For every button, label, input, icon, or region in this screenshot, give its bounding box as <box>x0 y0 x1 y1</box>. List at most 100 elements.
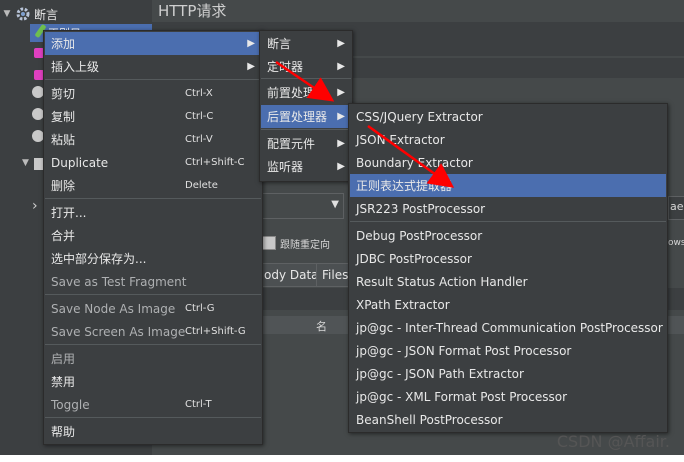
post-processor-submenu-item[interactable]: Debug PostProcessor <box>350 224 666 247</box>
post-processor-submenu-item[interactable]: jp@gc - JSON Path Extractor <box>350 362 666 385</box>
menu-separator <box>45 198 261 199</box>
tree-node-label: 断言 <box>34 7 59 22</box>
menu-separator <box>45 294 261 295</box>
context-menu-item-label: 合并 <box>51 229 76 243</box>
post-processor-submenu-item-label: Boundary Extractor <box>356 155 473 170</box>
cut-text: ows <box>668 238 684 248</box>
post-processor-submenu-item-label: CSS/JQuery Extractor <box>356 109 483 124</box>
submenu-arrow-icon: ▶ <box>337 38 345 49</box>
post-processor-submenu-item-label: jp@gc - XML Format Post Processor <box>356 389 568 404</box>
submenu-arrow-icon: ▶ <box>247 38 255 49</box>
context-menu-item[interactable]: 添加 ▶ <box>45 32 261 55</box>
context-menu-item[interactable]: 启用 <box>45 347 261 370</box>
context-menu-item-label: 禁用 <box>51 375 76 389</box>
add-submenu-item[interactable]: 监听器 ▶ <box>261 155 351 178</box>
context-menu-item-label: 启用 <box>51 352 76 366</box>
menu-separator <box>45 417 261 418</box>
submenu-arrow-icon: ▶ <box>337 161 345 172</box>
follow-redirect-checkbox[interactable] <box>262 236 276 250</box>
post-processor-submenu-item[interactable]: XPath Extractor <box>350 293 666 316</box>
post-processor-submenu-item-label: JSON Extractor <box>356 132 445 147</box>
context-menu-item[interactable]: 删除 Delete <box>45 174 261 197</box>
menu-separator <box>350 221 666 222</box>
context-menu-item[interactable]: 剪切 Ctrl-X <box>45 82 261 105</box>
post-processor-submenu-item-label: BeanShell PostProcessor <box>356 412 503 427</box>
context-menu-item-label: Save as Test Fragment <box>51 274 187 289</box>
watermark: CSDN @Affair. <box>556 432 670 451</box>
add-submenu-item[interactable]: 断言 ▶ <box>261 32 351 55</box>
expand-triangle-icon[interactable]: ▼ <box>2 9 12 19</box>
shortcut-label: Ctrl-G <box>185 303 215 314</box>
expand-triangle-icon[interactable]: ▼ <box>22 158 29 168</box>
add-submenu-item[interactable]: 后置处理器 ▶ <box>261 105 351 128</box>
add-submenu-item-label: 监听器 <box>267 160 304 174</box>
shortcut-label: Ctrl-T <box>185 399 212 410</box>
chevron-down-icon: ▼ <box>331 199 339 210</box>
post-processor-submenu-item[interactable]: jp@gc - XML Format Post Processor <box>350 385 666 408</box>
context-menu-item[interactable]: Toggle Ctrl-T <box>45 393 261 416</box>
context-menu-item[interactable]: Duplicate Ctrl+Shift-C <box>45 151 261 174</box>
shortcut-label: Ctrl-V <box>185 134 213 145</box>
context-menu-item-label: Toggle <box>51 397 90 412</box>
context-menu-item-label: 删除 <box>51 179 76 193</box>
context-menu-item-label: 剪切 <box>51 87 76 101</box>
context-menu-item[interactable]: 粘贴 Ctrl-V <box>45 128 261 151</box>
context-menu-item-label: 选中部分保存为... <box>51 252 147 266</box>
shortcut-label: Ctrl+Shift-G <box>185 326 246 337</box>
chevron-right-icon[interactable]: › <box>32 198 38 214</box>
post-processor-submenu-item-label: jp@gc - JSON Format Post Processor <box>356 343 572 358</box>
submenu-arrow-icon: ▶ <box>337 61 345 72</box>
add-submenu-item[interactable]: 前置处理器 ▶ <box>261 81 351 104</box>
menu-separator <box>45 79 261 80</box>
shortcut-label: Delete <box>185 180 218 191</box>
context-menu-item[interactable]: 打开... <box>45 201 261 224</box>
submenu-arrow-icon: ▶ <box>337 138 345 149</box>
menu-separator <box>261 78 351 79</box>
tree-node-assertions[interactable]: ▼ 断言 <box>2 5 58 23</box>
method-select[interactable]: ▼ <box>262 193 344 219</box>
context-menu-item[interactable]: 合并 <box>45 224 261 247</box>
add-submenu-item-label: 后置处理器 <box>267 110 328 124</box>
post-processor-submenu-item-label: 正则表达式提取器 <box>356 179 453 193</box>
menu-separator <box>45 344 261 345</box>
context-menu-item[interactable]: Save Node As Image Ctrl-G <box>45 297 261 320</box>
post-processor-submenu-item[interactable]: BeanShell PostProcessor <box>350 408 666 431</box>
add-submenu-item-label: 定时器 <box>267 60 304 74</box>
add-submenu-item[interactable]: 配置元件 ▶ <box>261 132 351 155</box>
follow-redirect-label: 跟随重定向 <box>280 240 330 251</box>
shortcut-label: Ctrl-X <box>185 88 213 99</box>
add-submenu-item-label: 配置元件 <box>267 137 316 151</box>
context-menu-item-label: 添加 <box>51 37 76 51</box>
post-processor-submenu-item[interactable]: 正则表达式提取器 <box>350 174 666 197</box>
add-submenu-item[interactable]: 定时器 ▶ <box>261 55 351 78</box>
shortcut-label: Ctrl+Shift-C <box>185 157 245 168</box>
context-menu-item[interactable]: Save as Test Fragment <box>45 270 261 293</box>
post-processor-submenu-item-label: JDBC PostProcessor <box>356 251 472 266</box>
post-processor-submenu-item[interactable]: jp@gc - JSON Format Post Processor <box>350 339 666 362</box>
add-submenu-item-label: 断言 <box>267 37 292 51</box>
post-processor-submenu-item[interactable]: JDBC PostProcessor <box>350 247 666 270</box>
context-menu-item[interactable]: 帮助 <box>45 420 261 443</box>
post-processor-submenu-item[interactable]: jp@gc - Inter-Thread Communication PostP… <box>350 316 666 339</box>
context-menu-item[interactable]: 插入上级 ▶ <box>45 55 261 78</box>
post-processor-submenu-item-label: JSR223 PostProcessor <box>356 201 486 216</box>
context-menu-item[interactable]: Save Screen As Image Ctrl+Shift-G <box>45 320 261 343</box>
context-menu-item[interactable]: 选中部分保存为... <box>45 247 261 270</box>
context-menu-item-label: Duplicate <box>51 155 109 170</box>
column-header: 名 <box>316 320 327 333</box>
add-submenu-item-label: 前置处理器 <box>267 86 328 100</box>
post-processor-submenu: CSS/JQuery Extractor JSON Extractor Bounda… <box>348 103 668 433</box>
post-processor-submenu-item[interactable]: JSON Extractor <box>350 128 666 151</box>
context-menu-item[interactable]: 禁用 <box>45 370 261 393</box>
post-processor-submenu-item-label: jp@gc - Inter-Thread Communication PostP… <box>356 320 663 335</box>
context-menu-item[interactable]: 复制 Ctrl-C <box>45 105 261 128</box>
context-menu-item-label: 复制 <box>51 110 76 124</box>
menu-separator <box>261 129 351 130</box>
post-processor-submenu-item[interactable]: CSS/JQuery Extractor <box>350 105 666 128</box>
post-processor-submenu-item[interactable]: Result Status Action Handler <box>350 270 666 293</box>
context-menu-item-label: Save Screen As Image <box>51 324 186 339</box>
context-menu-item-label: Save Node As Image <box>51 301 176 316</box>
post-processor-submenu-item[interactable]: JSR223 PostProcessor <box>350 197 666 220</box>
post-processor-submenu-item[interactable]: Boundary Extractor <box>350 151 666 174</box>
text-field[interactable]: aeC <box>668 196 684 220</box>
